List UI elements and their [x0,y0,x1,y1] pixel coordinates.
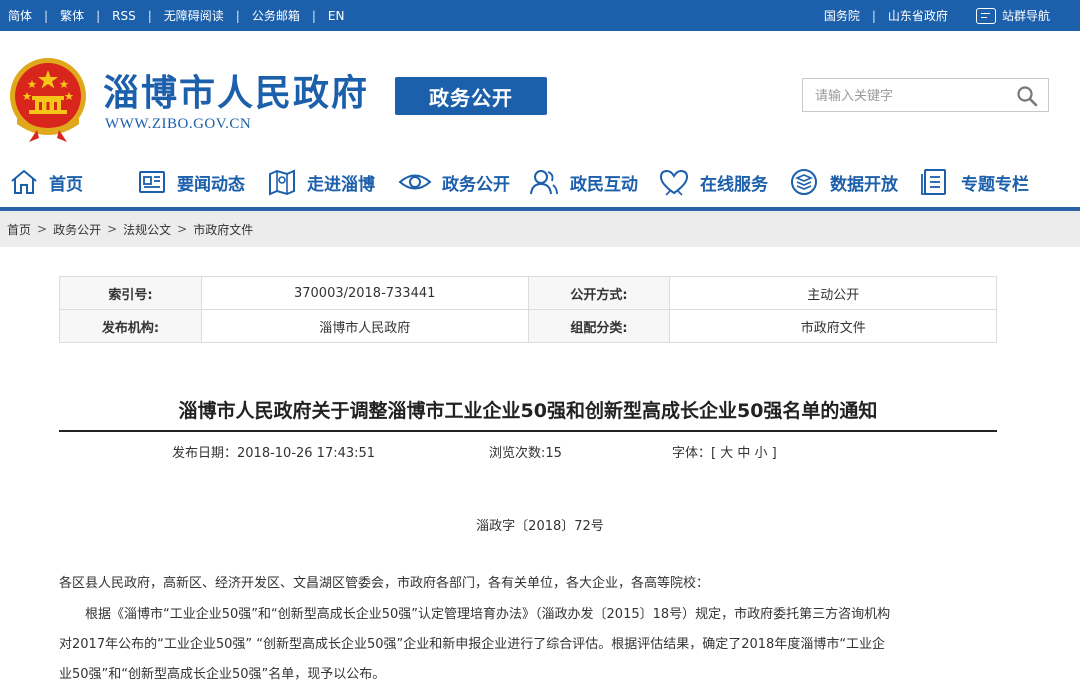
section-badge[interactable]: 政务公开 [395,77,547,115]
nav-item-open-data[interactable]: 数据开放 [788,160,898,204]
link-traditional[interactable]: 繁体 [60,7,84,24]
link-site-group-nav[interactable]: 站群导航 [1002,7,1050,24]
divider: | [311,8,316,23]
breadcrumb-separator: > [107,222,118,236]
news-icon [139,171,165,193]
breadcrumb-regulations[interactable]: 法规公文 [123,221,171,238]
nav-item-gov-affairs[interactable]: 政务公开 [398,160,510,204]
divider: | [871,8,876,23]
external-links: 国务院 | 山东省政府 | 站群导航 [824,0,1050,31]
heart-icon [659,169,689,196]
utility-links: 简体 | 繁体 | RSS | 无障碍阅读 | 公务邮箱 | EN [8,0,344,31]
search-icon[interactable] [1016,85,1038,107]
people-icon [530,170,558,195]
disclosure-method-value: 主动公开 [669,276,997,310]
addressee-line: 各区县人民政府，高新区、经济开发区、文昌湖区管委会，市政府各部门，各有关单位，各… [59,576,710,591]
disclosure-method-label: 公开方式: [527,276,671,310]
publish-date: 发布日期：2018-10-26 17:43:51 [172,446,376,461]
nav-label: 在线服务 [700,174,768,195]
top-utility-bar: 简体 | 繁体 | RSS | 无障碍阅读 | 公务邮箱 | EN 国务院 | … [0,0,1080,31]
document-meta-table: 索引号: 370003/2018-733441 公开方式: 主动公开 发布机构:… [59,276,997,343]
site-name[interactable]: 淄博市人民政府 [103,64,369,116]
nav-label: 政民互动 [570,174,638,195]
nav-item-interaction[interactable]: 政民互动 [528,160,638,204]
nav-label: 政务公开 [442,174,510,195]
breadcrumb-separator: > [177,222,188,236]
article-title: 淄博市人民政府关于调整淄博市工业企业50强和创新型高成长企业50强名单的通知 [178,400,878,422]
nav-item-special-topics[interactable]: 专题专栏 [919,160,1029,204]
divider: | [96,8,101,23]
view-count: 浏览次数:15 [489,446,562,461]
link-simplified[interactable]: 简体 [8,7,32,24]
nav-item-online-services[interactable]: 在线服务 [658,160,768,204]
link-accessible-reading[interactable]: 无障碍阅读 [164,7,224,24]
link-shandong-gov[interactable]: 山东省政府 [888,7,948,24]
eye-icon [398,174,432,190]
national-emblem-icon[interactable] [7,56,89,142]
issuer-label: 发布机构: [59,309,202,343]
font-size-switcher[interactable]: 字体：[ 大 中 小 ] [672,442,777,461]
category-value: 市政府文件 [669,309,997,343]
search-box [802,78,1049,112]
category-label: 组配分类: [527,309,671,343]
nav-item-about-zibo[interactable]: 走进淄博 [267,160,375,204]
home-icon [11,169,37,194]
nav-label: 数据开放 [830,174,898,195]
layers-icon [791,169,817,195]
link-rss[interactable]: RSS [112,9,136,23]
table-row: 索引号: 370003/2018-733441 公开方式: 主动公开 [59,276,997,310]
divider: | [147,8,152,23]
search-input[interactable] [815,85,1005,107]
breadcrumb-gov-affairs[interactable]: 政务公开 [53,221,101,238]
title-divider [59,430,997,432]
nav-item-home[interactable]: 首页 [9,160,83,204]
index-number-label: 索引号: [59,276,202,310]
issuer-value: 淄博市人民政府 [200,309,529,343]
main-nav: 首页 要闻动态 走进淄博 政务公开 政民互动 在线服务 数据开放 专题专栏 [0,160,1080,204]
body-paragraph-line: 根据《淄博市“工业企业50强”和“创新型高成长企业50强”认定管理培育办法》（淄… [85,607,891,622]
divider: | [44,8,49,23]
document-number: 淄政字〔2018〕72号 [476,519,604,534]
breadcrumb-home[interactable]: 首页 [7,221,31,238]
sitemap-icon[interactable] [975,7,996,24]
site-url[interactable]: WWW.ZIBO.GOV.CN [105,116,251,133]
body-paragraph-line: 对2017年公布的“工业企业50强” “创新型高成长企业50强”企业和新申报企业… [59,637,886,652]
divider: | [235,8,240,23]
nav-label: 走进淄博 [307,174,375,195]
body-paragraph-line: 业50强”和“创新型高成长企业50强”名单，现予以公布。 [59,667,386,682]
table-row: 发布机构: 淄博市人民政府 组配分类: 市政府文件 [59,309,997,343]
breadcrumb: 首页 > 政务公开 > 法规公文 > 市政府文件 [0,211,1080,247]
link-state-council[interactable]: 国务院 [824,7,860,24]
index-number-value: 370003/2018-733441 [200,276,529,310]
breadcrumb-separator: > [37,222,48,236]
nav-label: 专题专栏 [961,174,1029,195]
nav-label: 要闻动态 [177,174,245,195]
link-official-mail[interactable]: 公务邮箱 [252,7,300,24]
breadcrumb-city-docs[interactable]: 市政府文件 [193,221,253,238]
nav-item-news[interactable]: 要闻动态 [137,160,245,204]
nav-label: 首页 [49,174,83,195]
link-english[interactable]: EN [328,9,345,23]
document-icon [921,169,946,195]
map-icon [269,169,295,196]
